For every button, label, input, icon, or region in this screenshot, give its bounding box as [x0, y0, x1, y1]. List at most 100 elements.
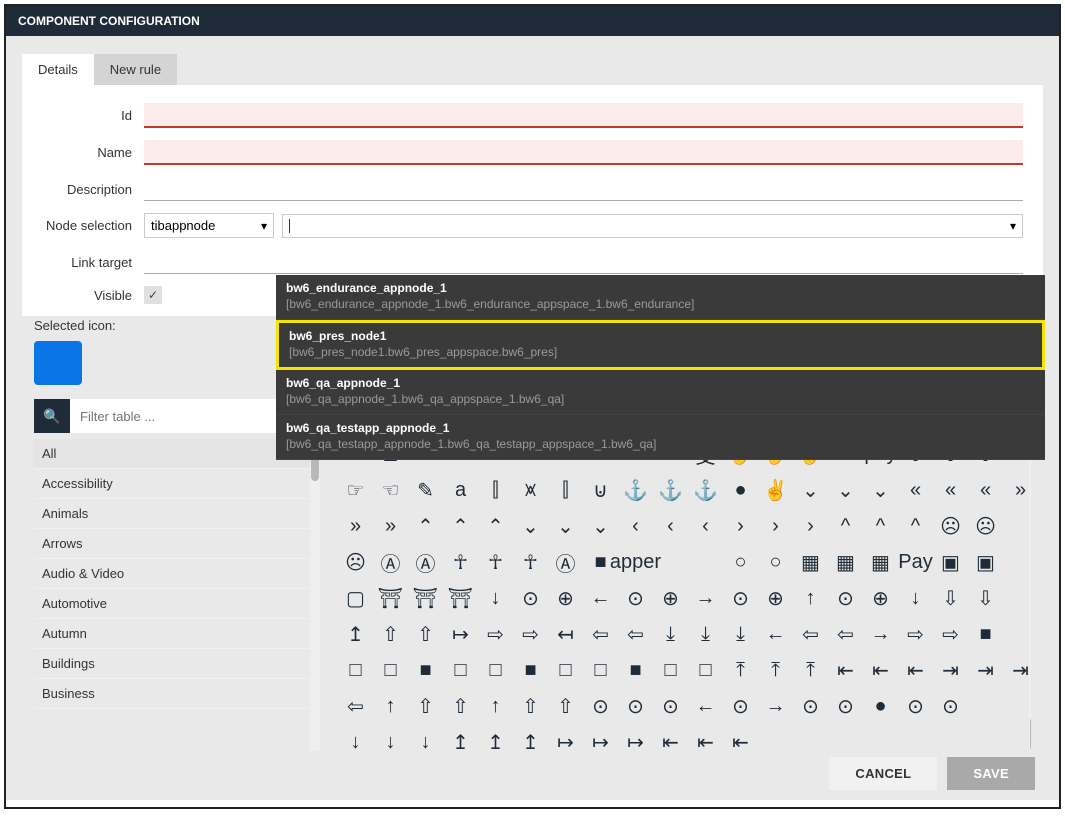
grid-icon[interactable]: ⌃ — [410, 511, 441, 542]
grid-icon[interactable]: ⊕ — [865, 583, 896, 614]
grid-icon[interactable]: ↤ — [550, 619, 581, 650]
grid-icon[interactable]: › — [725, 511, 756, 542]
grid-icon[interactable]: ↓ — [480, 583, 511, 614]
grid-icon[interactable]: ⊙ — [795, 691, 826, 722]
grid-icon[interactable]: ☹ — [340, 547, 371, 578]
grid-icon[interactable]: ■ — [970, 619, 1001, 650]
grid-icon[interactable] — [1005, 547, 1031, 578]
grid-icon[interactable]: ⤓ — [655, 619, 686, 650]
save-button[interactable]: SAVE — [947, 757, 1035, 790]
grid-icon[interactable]: □ — [340, 655, 371, 686]
grid-icon[interactable]: ⊍ — [585, 475, 616, 506]
category-item-buildings[interactable]: Buildings — [34, 649, 314, 679]
grid-icon[interactable]: ⊙ — [725, 583, 756, 614]
grid-icon[interactable]: ⇧ — [445, 691, 476, 722]
grid-icon[interactable]: ⌃ — [480, 511, 511, 542]
grid-icon[interactable]: ← — [760, 619, 791, 650]
grid-icon[interactable]: ⤓ — [725, 619, 756, 650]
grid-icon[interactable]: ⇤ — [900, 655, 931, 686]
grid-icon[interactable]: ↑ — [375, 691, 406, 722]
grid-icon[interactable]: ↓ — [375, 727, 406, 751]
grid-icon[interactable]: » — [375, 511, 406, 542]
grid-icon[interactable]: ☜ — [375, 475, 406, 506]
grid-icon[interactable]: ↦ — [445, 619, 476, 650]
grid-icon[interactable]: ● — [865, 691, 896, 722]
input-id[interactable] — [144, 103, 1023, 128]
grid-icon[interactable] — [655, 547, 686, 578]
grid-icon[interactable]: ▣ — [970, 547, 1001, 578]
grid-icon[interactable]: ⌄ — [585, 511, 616, 542]
grid-icon[interactable]: ▢ — [340, 583, 371, 614]
search-button[interactable]: 🔍 — [34, 399, 70, 433]
grid-icon[interactable]: ↥ — [480, 727, 511, 751]
scrollbar-thumb[interactable] — [1030, 717, 1031, 751]
grid-icon[interactable]: ⇦ — [830, 619, 861, 650]
grid-icon[interactable]: ⊙ — [900, 691, 931, 722]
grid-icon[interactable]: ↥ — [445, 727, 476, 751]
grid-icon[interactable]: ↓ — [410, 727, 441, 751]
grid-icon[interactable] — [1005, 691, 1031, 722]
grid-icon[interactable]: ⇥ — [935, 655, 966, 686]
grid-icon[interactable]: ⊙ — [830, 583, 861, 614]
grid-icon[interactable]: ⊙ — [935, 691, 966, 722]
grid-icon[interactable] — [1005, 619, 1031, 650]
grid-icon[interactable]: ‹ — [655, 511, 686, 542]
grid-icon[interactable]: ⇤ — [655, 727, 686, 751]
grid-icon[interactable]: ⊕ — [655, 583, 686, 614]
grid-icon[interactable]: ⇤ — [830, 655, 861, 686]
grid-icon[interactable]: ⇧ — [375, 619, 406, 650]
grid-icon[interactable]: ⌄ — [795, 475, 826, 506]
grid-icon[interactable]: » — [1005, 475, 1031, 506]
grid-icon[interactable]: ⇦ — [620, 619, 651, 650]
grid-icon[interactable]: □ — [690, 655, 721, 686]
grid-icon[interactable]: ⫿ — [480, 475, 511, 506]
grid-icon[interactable] — [760, 727, 791, 751]
category-item-animals[interactable]: Animals — [34, 499, 314, 529]
grid-icon[interactable]: ▦ — [830, 547, 861, 578]
grid-icon[interactable]: ⇩ — [970, 583, 1001, 614]
tab-new-rule[interactable]: New rule — [94, 54, 177, 85]
grid-icon[interactable] — [1005, 511, 1031, 542]
grid-icon[interactable]: ✎ — [410, 475, 441, 506]
grid-icon[interactable]: ↥ — [340, 619, 371, 650]
grid-icon[interactable]: ⌄ — [550, 511, 581, 542]
grid-icon[interactable]: → — [865, 619, 896, 650]
grid-icon[interactable]: ⇥ — [970, 655, 1001, 686]
grid-icon[interactable]: ⌃ — [445, 511, 476, 542]
grid-icon[interactable]: ⤒ — [795, 655, 826, 686]
grid-icon[interactable] — [900, 727, 931, 751]
grid-icon[interactable]: a — [445, 475, 476, 506]
grid-icon[interactable]: ○ — [725, 547, 756, 578]
grid-icon[interactable]: Ⓐ — [375, 547, 406, 578]
grid-icon[interactable]: ▦ — [795, 547, 826, 578]
grid-icon[interactable]: ✌ — [760, 475, 791, 506]
grid-icon[interactable]: ⇤ — [690, 727, 721, 751]
grid-icon[interactable] — [935, 727, 966, 751]
grid-icon[interactable]: « — [970, 475, 1001, 506]
grid-icon[interactable]: ○ — [760, 547, 791, 578]
grid-icon[interactable]: « — [900, 475, 931, 506]
grid-icon[interactable]: ⊙ — [585, 691, 616, 722]
grid-icon[interactable]: □ — [375, 655, 406, 686]
grid-icon[interactable] — [1005, 583, 1031, 614]
grid-icon[interactable]: ⇤ — [725, 727, 756, 751]
input-description[interactable] — [144, 177, 1023, 201]
dropdown-option[interactable]: bw6_pres_node1 [bw6_pres_node1.bw6_pres_… — [276, 320, 1045, 370]
category-item-business[interactable]: Business — [34, 679, 314, 709]
grid-icon[interactable]: ‹ — [620, 511, 651, 542]
grid-icon[interactable]: ■ — [620, 655, 651, 686]
grid-icon[interactable]: ↦ — [585, 727, 616, 751]
grid-icon[interactable]: ↦ — [550, 727, 581, 751]
grid-icon[interactable]: ⚓ — [655, 475, 686, 506]
category-item-autumn[interactable]: Autumn — [34, 619, 314, 649]
dropdown-option[interactable]: bw6_endurance_appnode_1 [bw6_endurance_a… — [276, 275, 1045, 320]
grid-icon[interactable]: ⩙ — [515, 475, 546, 506]
grid-icon[interactable]: Pay — [900, 547, 931, 578]
tab-details[interactable]: Details — [22, 54, 94, 85]
grid-icon[interactable]: ⊙ — [725, 691, 756, 722]
cancel-button[interactable]: CANCEL — [829, 757, 937, 790]
grid-icon[interactable] — [970, 727, 1001, 751]
grid-icon[interactable]: ↦ — [620, 727, 651, 751]
category-item-automotive[interactable]: Automotive — [34, 589, 314, 619]
grid-icon[interactable]: ⇦ — [585, 619, 616, 650]
